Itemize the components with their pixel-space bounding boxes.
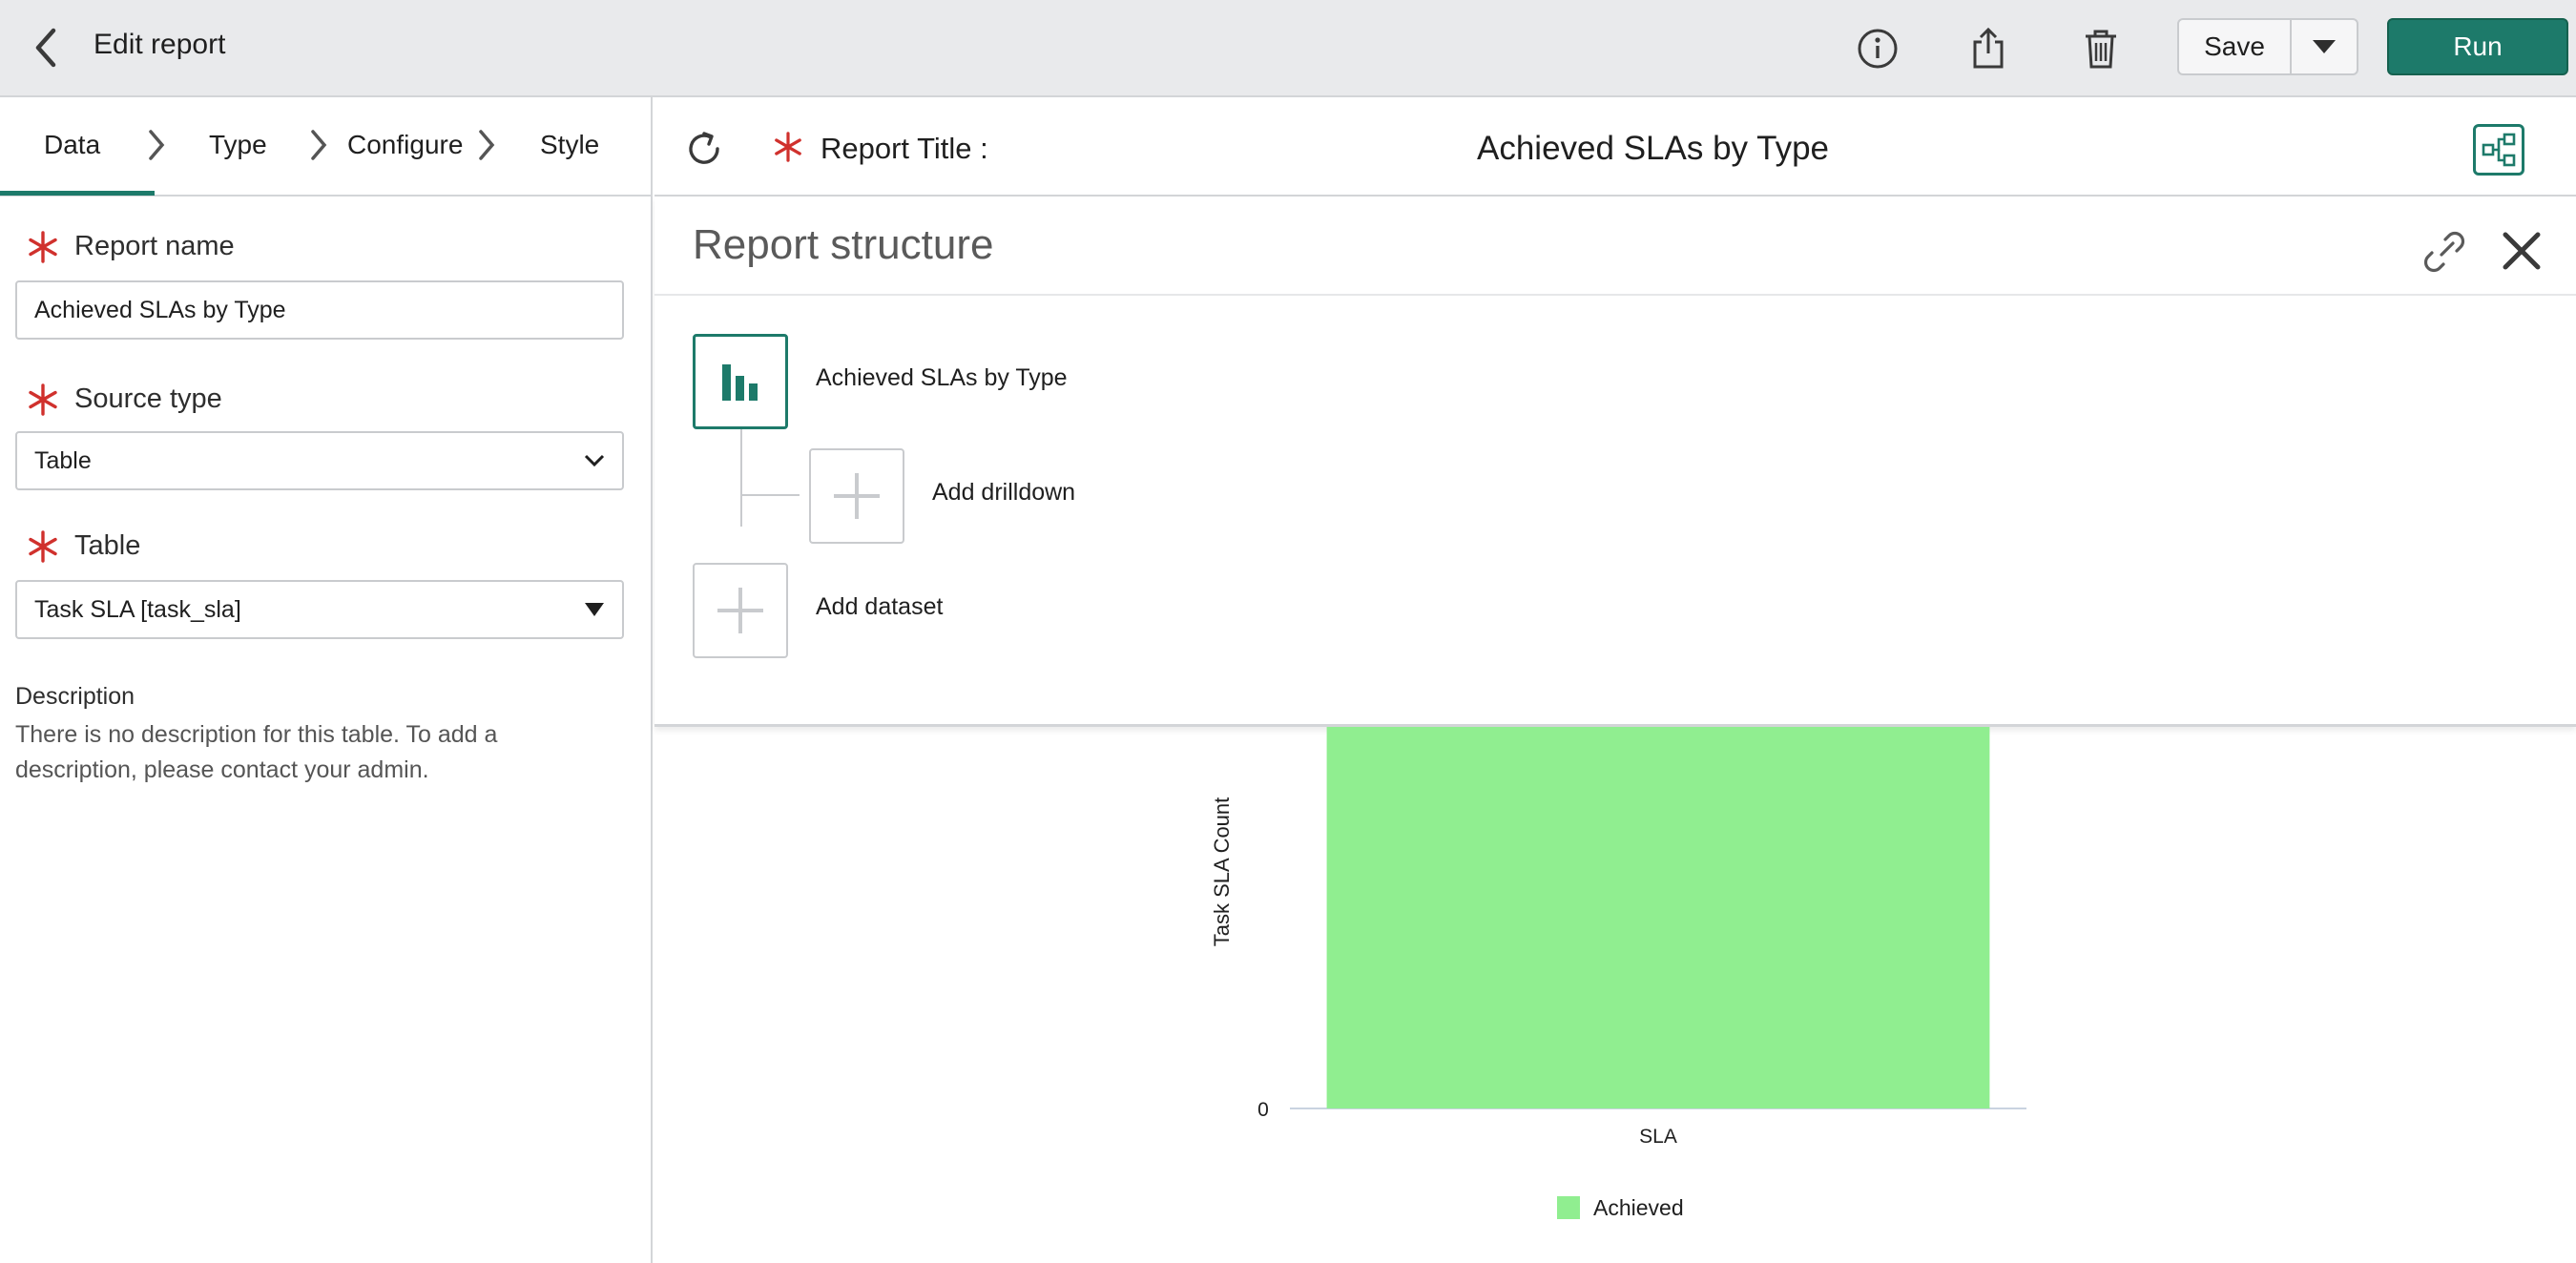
required-asterisk-icon <box>775 132 801 162</box>
report-structure-title: Report structure <box>693 221 994 268</box>
tree-connector <box>740 494 800 496</box>
report-title-label: Report Title : <box>821 132 988 165</box>
plus-icon <box>834 473 880 519</box>
plus-icon <box>717 588 763 633</box>
y-axis-label: Task SLA Count <box>1210 797 1234 947</box>
delete-button[interactable] <box>2076 24 2126 73</box>
header-bar: Edit report Save Run <box>0 0 2576 97</box>
run-button[interactable]: Run <box>2387 18 2568 75</box>
source-type-select[interactable]: Table <box>15 431 624 490</box>
back-chevron-icon <box>35 28 56 68</box>
link-icon[interactable] <box>2421 229 2467 275</box>
required-asterisk-icon <box>29 530 57 563</box>
table-label: Table <box>74 530 141 561</box>
description-text: There is no description for this table. … <box>15 721 498 783</box>
report-node[interactable] <box>693 334 788 429</box>
source-type-value: Table <box>34 446 92 474</box>
tree-connector <box>740 429 742 527</box>
bar <box>1326 727 1990 1108</box>
save-options-button[interactable] <box>2292 20 2357 73</box>
report-structure-panel: Report structure Achieved SLAs by Type A… <box>654 197 2576 727</box>
trash-icon <box>2086 30 2116 69</box>
refresh-icon[interactable] <box>683 128 725 170</box>
save-button-group: Save <box>2177 18 2358 75</box>
report-structure-toggle[interactable] <box>2473 124 2524 176</box>
required-asterisk-icon <box>29 383 57 416</box>
report-title-bar: Report Title : Achieved SLAs by Type <box>654 97 2576 197</box>
bar-chart-icon <box>722 364 758 401</box>
caret-down-icon <box>585 603 604 616</box>
legend-swatch <box>1557 1196 1580 1219</box>
required-asterisk-icon <box>29 231 57 263</box>
page-title: Edit report <box>93 29 226 60</box>
chevron-right-icon <box>311 130 327 160</box>
table-value: Task SLA [task_sla] <box>34 595 241 623</box>
report-node-label: Achieved SLAs by Type <box>816 364 1068 391</box>
y-tick-label: 0 <box>1257 1099 1269 1121</box>
active-tab-indicator <box>0 191 155 196</box>
bar-chart: SLA 0 Task SLA Count Achieved <box>1210 727 2026 1220</box>
left-panel: Data Type Configure Style Report name So… <box>0 97 653 1263</box>
caret-down-icon <box>2313 40 2336 53</box>
report-name-label: Report name <box>74 231 235 261</box>
info-button[interactable] <box>1853 24 1902 73</box>
back-button[interactable] <box>25 21 67 74</box>
add-dataset-button[interactable] <box>693 563 788 658</box>
legend-label: Achieved <box>1593 1195 1684 1220</box>
chevron-right-icon <box>479 130 495 160</box>
close-icon[interactable] <box>2498 227 2545 275</box>
chart-marks: SLA 0 Task SLA Count Achieved <box>1210 727 2026 1220</box>
report-title-value[interactable]: Achieved SLAs by Type <box>1477 130 1829 168</box>
add-dataset-label: Add dataset <box>816 593 944 620</box>
share-icon <box>1973 27 2004 69</box>
save-button[interactable]: Save <box>2179 20 2292 73</box>
wizard-tabs: Data Type Configure Style <box>0 97 651 197</box>
tab-data[interactable]: Data <box>44 130 100 160</box>
table-select[interactable]: Task SLA [task_sla] <box>15 580 624 639</box>
source-type-label: Source type <box>74 383 222 414</box>
share-button[interactable] <box>1963 24 2013 73</box>
x-tick-label: SLA <box>1639 1126 1677 1148</box>
hierarchy-icon <box>2482 133 2516 167</box>
add-drilldown-button[interactable] <box>809 448 904 544</box>
description-label: Description <box>15 683 135 710</box>
chevron-right-icon <box>149 130 165 160</box>
add-drilldown-label: Add drilldown <box>932 479 1076 506</box>
tab-configure[interactable]: Configure <box>347 130 463 160</box>
tab-style[interactable]: Style <box>540 130 599 160</box>
report-name-input[interactable] <box>15 280 624 340</box>
tab-type[interactable]: Type <box>209 130 267 160</box>
chevron-down-icon <box>584 454 605 467</box>
info-icon <box>1858 29 1898 69</box>
report-structure-header: Report structure <box>654 197 2576 296</box>
